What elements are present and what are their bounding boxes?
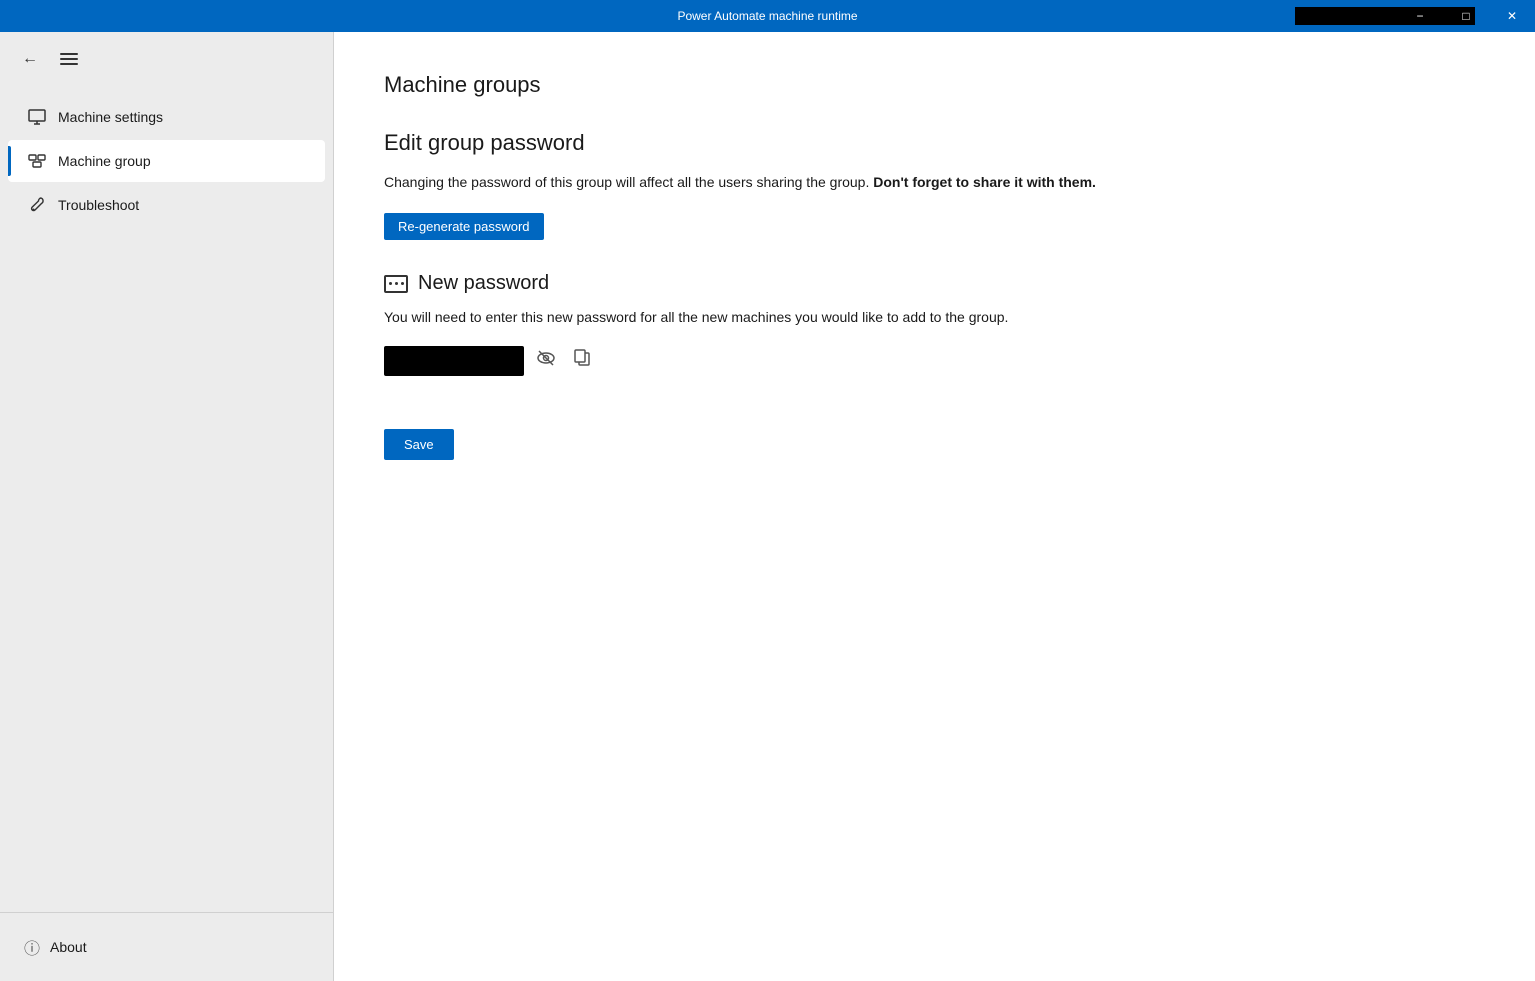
sidebar-item-machine-settings[interactable]: Machine settings xyxy=(8,96,325,138)
sidebar-item-label: Machine group xyxy=(58,153,151,169)
eye-icon xyxy=(536,348,556,368)
hamburger-line xyxy=(60,53,78,55)
new-password-section: New password You will need to enter this… xyxy=(384,272,1485,377)
titlebar: Power Automate machine runtime − □ ✕ xyxy=(0,0,1535,32)
description-text: Changing the password of this group will… xyxy=(384,172,1485,193)
save-button[interactable]: Save xyxy=(384,429,454,460)
description-bold: Don't forget to share it with them. xyxy=(873,174,1096,190)
info-icon: ⓘ xyxy=(24,935,40,959)
hamburger-line xyxy=(60,63,78,65)
dot xyxy=(395,282,398,285)
new-password-desc: You will need to enter this new password… xyxy=(384,307,1485,328)
sidebar-bottom: ⓘ About xyxy=(0,912,333,981)
monitor-icon xyxy=(28,108,46,126)
dot xyxy=(401,282,404,285)
password-field-row xyxy=(384,344,1485,377)
password-masked-value xyxy=(384,346,524,376)
description-normal: Changing the password of this group will… xyxy=(384,174,869,190)
new-password-header: New password xyxy=(384,272,1485,295)
hamburger-button[interactable] xyxy=(54,49,84,69)
dot xyxy=(389,282,392,285)
wrench-icon xyxy=(28,196,46,214)
group-icon xyxy=(28,152,46,170)
sidebar-item-label: Machine settings xyxy=(58,109,163,125)
app-body: ← Machine settings xyxy=(0,32,1535,981)
show-password-button[interactable] xyxy=(532,344,560,377)
about-item[interactable]: ⓘ About xyxy=(20,929,313,965)
sidebar-nav: Machine settings Machine group xyxy=(0,86,333,912)
sidebar: ← Machine settings xyxy=(0,32,334,981)
copy-password-button[interactable] xyxy=(568,344,596,377)
main-content: Machine groups Edit group password Chang… xyxy=(334,32,1535,981)
sidebar-item-machine-group[interactable]: Machine group xyxy=(8,140,325,182)
section-title: Edit group password xyxy=(384,130,1485,156)
back-button[interactable]: ← xyxy=(16,46,44,72)
titlebar-title: Power Automate machine runtime xyxy=(677,9,857,23)
new-password-title: New password xyxy=(418,272,549,295)
sidebar-item-label: Troubleshoot xyxy=(58,197,139,213)
sidebar-top: ← xyxy=(0,32,333,86)
hamburger-line xyxy=(60,58,78,60)
regen-password-button[interactable]: Re-generate password xyxy=(384,213,544,240)
sidebar-item-troubleshoot[interactable]: Troubleshoot xyxy=(8,184,325,226)
copy-icon xyxy=(572,348,592,368)
titlebar-controls: − □ ✕ xyxy=(1397,0,1535,32)
minimize-button[interactable]: − xyxy=(1397,0,1443,32)
password-icon xyxy=(384,275,408,293)
page-title: Machine groups xyxy=(384,72,1485,98)
password-dots xyxy=(389,282,404,285)
about-label: About xyxy=(50,939,87,955)
close-button[interactable]: ✕ xyxy=(1489,0,1535,32)
maximize-button[interactable]: □ xyxy=(1443,0,1489,32)
